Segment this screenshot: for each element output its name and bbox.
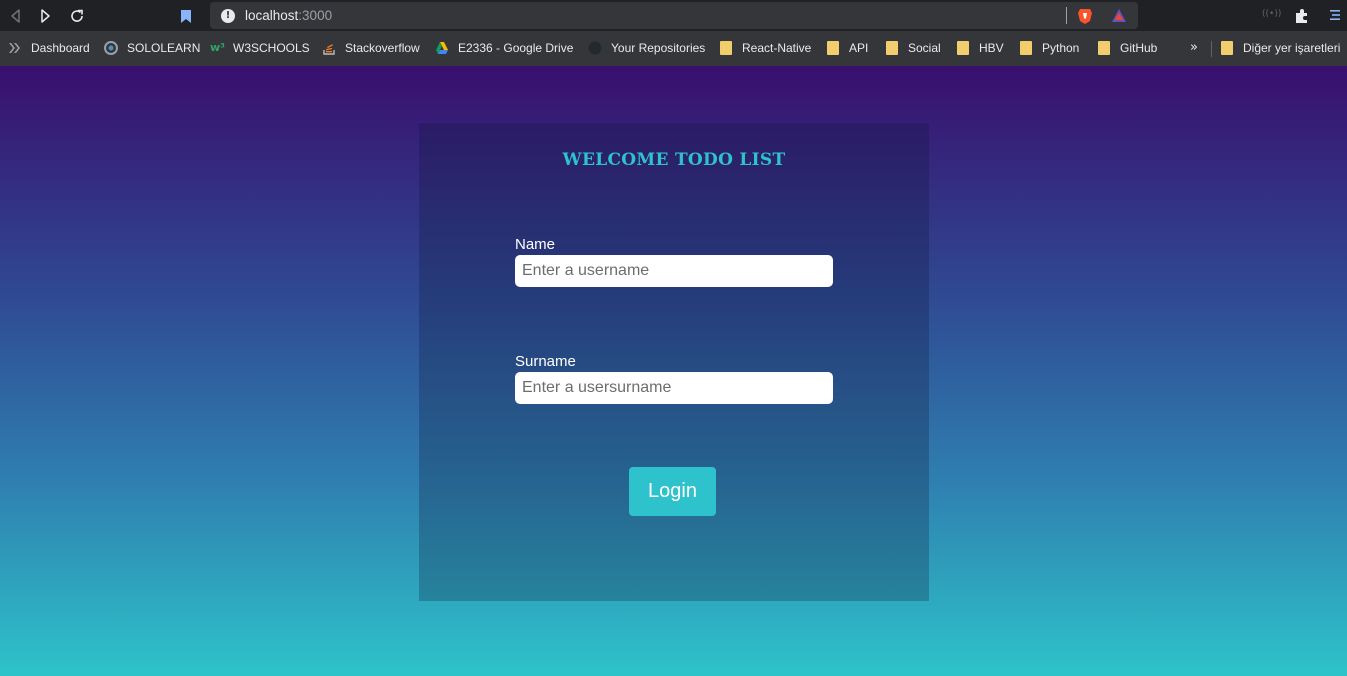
cast-icon[interactable]: ((•)) — [1262, 9, 1281, 23]
bookmark-label: Dashboard — [31, 41, 90, 55]
surname-input[interactable] — [515, 372, 833, 404]
bookmark-label: SOLOLEARN — [127, 41, 201, 55]
folder-icon — [1098, 41, 1110, 55]
bookmark-label: React-Native — [742, 41, 812, 55]
bookmark-label: Diğer yer işaretleri — [1243, 41, 1341, 55]
bookmark-label: Social — [908, 41, 941, 55]
more-bookmarks-button[interactable]: » — [1190, 40, 1198, 55]
sololearn-icon — [104, 41, 118, 55]
bookmark-w3schools[interactable]: w³ W3SCHOOLS — [206, 35, 314, 61]
login-card: WELCOME TODO LIST Name Surname Login — [419, 123, 929, 601]
extensions-icon[interactable] — [1293, 7, 1311, 25]
bookmark-stackoverflow[interactable]: Stackoverflow — [318, 35, 424, 61]
back-icon — [11, 8, 20, 23]
bookmark-page-button[interactable] — [176, 7, 196, 25]
site-info-icon[interactable]: ! — [221, 8, 235, 23]
forward-button[interactable] — [29, 0, 61, 31]
page-title: WELCOME TODO LIST — [562, 150, 786, 170]
bookmark-icon — [181, 9, 191, 23]
bookmark-your-repositories[interactable]: Your Repositories — [584, 35, 709, 61]
reload-icon — [71, 9, 83, 22]
bookmark-label: E2336 - Google Drive — [458, 41, 574, 55]
bookmark-react-native[interactable]: React-Native — [716, 35, 815, 61]
omnibox-divider — [1066, 7, 1067, 24]
w3schools-icon: w³ — [210, 41, 225, 54]
name-input[interactable] — [515, 255, 833, 287]
bookmark-label: GitHub — [1120, 41, 1158, 55]
menu-icon[interactable] — [1328, 7, 1342, 23]
url-text[interactable]: localhost:3000 — [245, 8, 332, 23]
bookmark-other[interactable]: Diğer yer işaretleri — [1217, 35, 1344, 61]
bookmark-github[interactable]: GitHub — [1094, 35, 1161, 61]
folder-icon — [957, 41, 969, 55]
bookmark-python[interactable]: Python — [1016, 35, 1083, 61]
folder-icon — [886, 41, 898, 55]
bookmark-dashboard[interactable]: Dashboard — [4, 35, 94, 61]
github-icon — [588, 41, 602, 55]
bookmark-label: W3SCHOOLS — [233, 41, 310, 55]
bookmarks-divider — [1211, 41, 1212, 57]
bookmark-label: Stackoverflow — [345, 41, 420, 55]
login-button[interactable]: Login — [629, 467, 716, 516]
url-port: :3000 — [298, 8, 333, 23]
folder-icon — [1020, 41, 1032, 55]
name-label: Name — [515, 236, 556, 253]
address-bar[interactable]: ! localhost:3000 — [210, 2, 1138, 29]
url-host: localhost — [245, 8, 299, 23]
folder-icon — [720, 41, 732, 55]
browser-toolbar: ! localhost:3000 ((•)) — [0, 0, 1347, 31]
brave-shields-icon[interactable] — [1076, 7, 1094, 25]
brave-rewards-icon[interactable] — [1110, 7, 1128, 25]
bookmark-hbv[interactable]: HBV — [953, 35, 1008, 61]
bookmark-google-drive[interactable]: E2336 - Google Drive — [431, 35, 577, 61]
back-button[interactable] — [0, 0, 32, 31]
bookmark-label: Python — [1042, 41, 1080, 55]
forward-icon — [41, 8, 50, 23]
bookmark-api[interactable]: API — [823, 35, 872, 61]
reload-button[interactable] — [61, 0, 93, 31]
dashboard-icon — [9, 43, 20, 53]
bookmark-label: HBV — [979, 41, 1004, 55]
page-background: WELCOME TODO LIST Name Surname Login — [0, 66, 1347, 676]
bookmark-label: API — [849, 41, 869, 55]
bookmark-label: Your Repositories — [611, 41, 706, 55]
folder-icon — [827, 41, 839, 55]
bookmark-social[interactable]: Social — [882, 35, 945, 61]
google-drive-icon — [436, 42, 448, 54]
bookmark-sololearn[interactable]: SOLOLEARN — [100, 35, 204, 61]
stackoverflow-icon — [323, 44, 335, 55]
surname-label: Surname — [515, 353, 576, 370]
folder-icon — [1221, 41, 1233, 55]
bookmarks-bar: Dashboard SOLOLEARN w³ W3SCHOOLS Stackov… — [0, 31, 1347, 66]
